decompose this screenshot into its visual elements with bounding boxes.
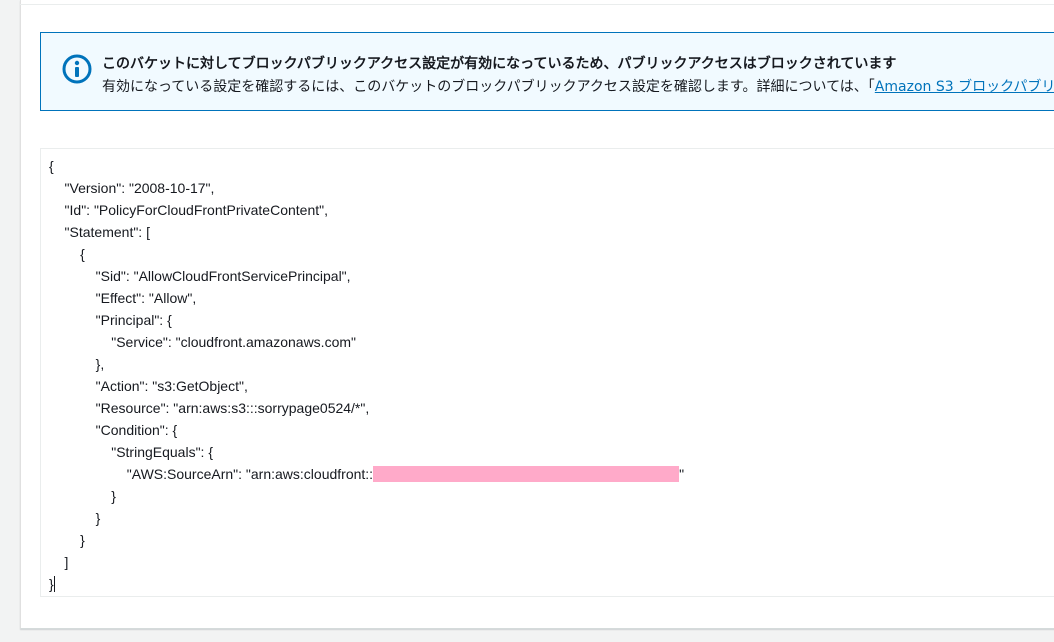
info-circle-icon xyxy=(61,53,93,85)
code-line: "Effect": "Allow", xyxy=(49,290,197,306)
code-line: "StringEquals": { xyxy=(49,444,214,460)
redaction-mark xyxy=(373,466,680,482)
code-line: "Sid": "AllowCloudFrontServicePrincipal"… xyxy=(49,268,351,284)
code-line: } xyxy=(49,510,101,526)
code-line-text: "AWS:SourceArn": "arn:aws:cloudfront:: xyxy=(49,466,374,482)
code-line: "Statement": [ xyxy=(49,224,150,240)
block-public-access-alert: このバケットに対してブロックパブリックアクセス設定が有効になっているため、パブリ… xyxy=(40,32,1054,111)
code-line: ] xyxy=(49,554,69,570)
code-line: }, xyxy=(49,356,105,372)
text-cursor xyxy=(53,576,55,592)
code-line: { xyxy=(49,158,54,174)
code-line-redacted: "AWS:SourceArn": "arn:aws:cloudfront:: " xyxy=(49,463,684,485)
block-public-access-doc-link[interactable]: Amazon S3 ブロックパブリックアクセスの使用 xyxy=(875,79,1054,95)
code-line-suffix: " xyxy=(679,466,685,482)
code-line: } xyxy=(49,532,85,548)
code-line: "Action": "s3:GetObject", xyxy=(49,378,248,394)
code-line: } xyxy=(49,488,116,504)
policy-editor[interactable]: { "Version": "2008-10-17", "Id": "Policy… xyxy=(40,148,1054,597)
code-line: "Service": "cloudfront.amazonaws.com" xyxy=(49,334,356,350)
code-line: { xyxy=(49,246,85,262)
alert-description-text: 有効になっている設定を確認するには、このバケットのブロックパブリックアクセス設定… xyxy=(102,79,875,95)
code-line: "Id": "PolicyForCloudFrontPrivateContent… xyxy=(49,202,328,218)
alert-description: 有効になっている設定を確認するには、このバケットのブロックパブリックアクセス設定… xyxy=(102,76,1054,96)
code-line: "Resource": "arn:aws:s3:::sorrypage0524/… xyxy=(49,400,370,416)
alert-title: このバケットに対してブロックパブリックアクセス設定が有効になっているため、パブリ… xyxy=(102,56,897,72)
code-line: "Version": "2008-10-17", xyxy=(49,180,215,196)
panel-top-divider xyxy=(20,0,1054,5)
code-line: "Condition": { xyxy=(49,422,178,438)
code-line-last: } xyxy=(49,573,55,595)
code-line: "Principal": { xyxy=(49,312,172,328)
